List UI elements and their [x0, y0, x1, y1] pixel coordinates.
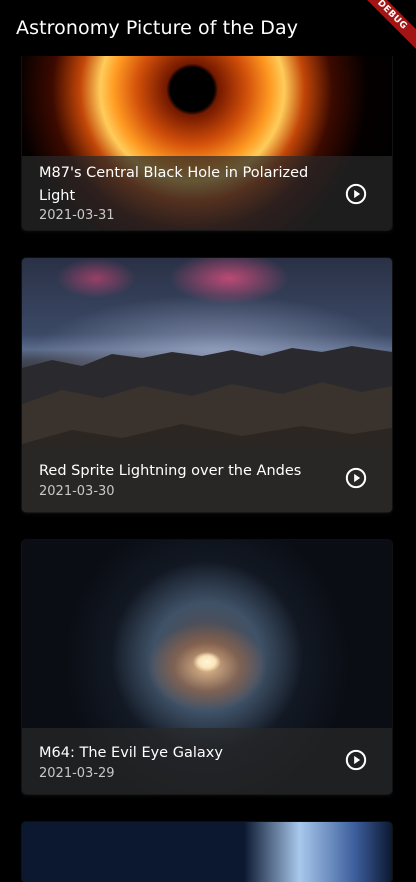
app-bar: Astronomy Picture of the Day: [0, 0, 416, 56]
play-circle-icon[interactable]: [345, 183, 367, 205]
card-date: 2021-03-30: [39, 484, 115, 499]
apod-card[interactable]: M64: The Evil Eye Galaxy 2021-03-29: [22, 540, 392, 794]
apod-card[interactable]: M87's Central Black Hole in Polarized Li…: [22, 40, 392, 230]
card-title: M64: The Evil Eye Galaxy: [39, 745, 223, 761]
apod-image-partial: [22, 822, 392, 882]
page-title: Astronomy Picture of the Day: [16, 17, 299, 39]
apod-list[interactable]: M87's Central Black Hole in Polarized Li…: [0, 0, 416, 882]
play-circle-icon[interactable]: [345, 749, 367, 771]
card-date: 2021-03-31: [39, 208, 115, 223]
card-title: Red Sprite Lightning over the Andes: [39, 463, 302, 479]
apod-card[interactable]: Red Sprite Lightning over the Andes 2021…: [22, 258, 392, 512]
play-circle-icon[interactable]: [345, 467, 367, 489]
apod-card[interactable]: [22, 822, 392, 882]
card-date: 2021-03-29: [39, 766, 115, 781]
card-title: M87's Central Black Hole in Polarized Li…: [39, 165, 309, 204]
